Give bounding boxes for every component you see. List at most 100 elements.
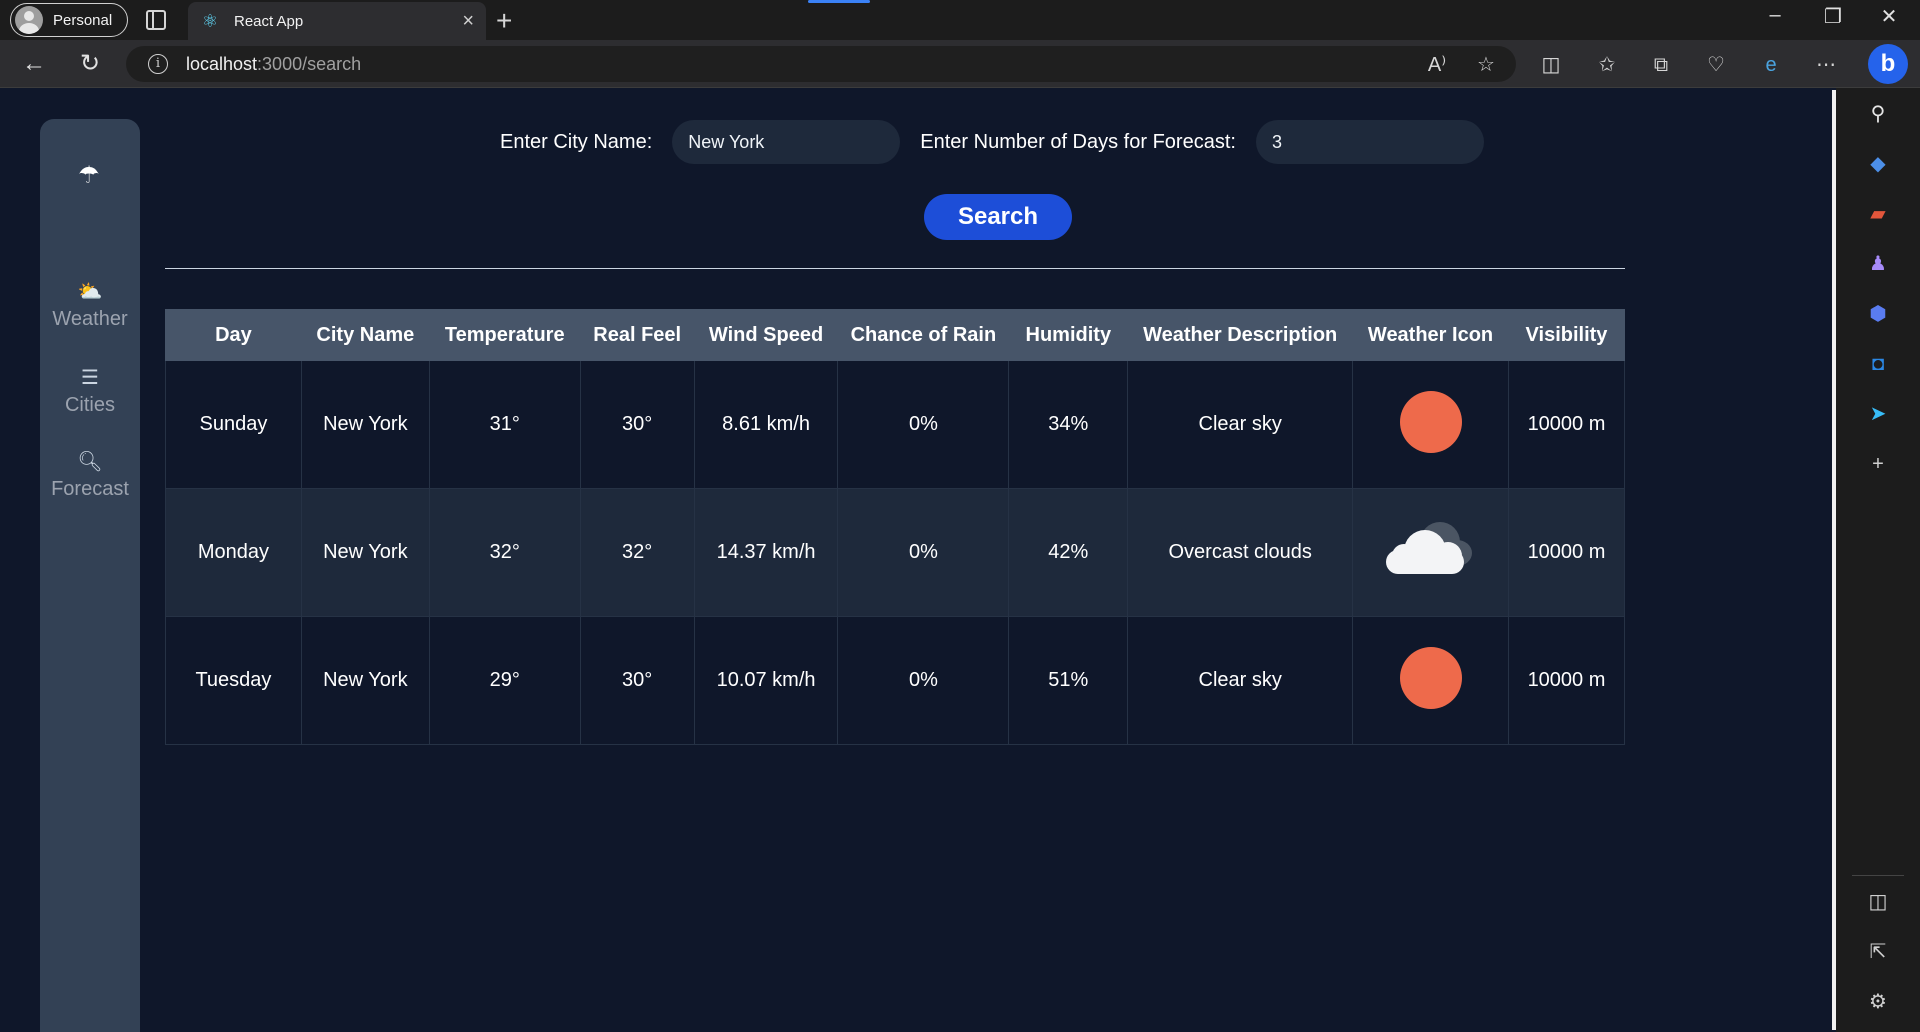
drag-indicator [808, 0, 870, 3]
city-cell: New York [300, 488, 430, 617]
favorites-icon[interactable]: ✩ [1594, 52, 1620, 78]
split-screen-icon[interactable]: ◫ [1538, 52, 1564, 78]
chance-of-rain-cell: 0% [837, 360, 1010, 489]
table-row: Monday New York 32° 32° 14.37 km/h 0% 42… [165, 488, 1626, 617]
profile-button[interactable]: Personal [10, 3, 128, 37]
search-button[interactable]: Search [924, 194, 1072, 240]
real-feel-cell: 30° [579, 360, 695, 489]
description-cell: Clear sky [1127, 616, 1354, 745]
close-window-icon[interactable]: ✕ [1862, 4, 1916, 29]
app-page: ☂ ⛅ Weather ☰ Cities 🔍︎ Forecast Enter C… [0, 89, 1832, 1032]
list-icon: ☰ [81, 367, 99, 389]
favorite-star-icon[interactable]: ☆ [1473, 52, 1499, 78]
days-input[interactable]: 3 [1255, 120, 1484, 164]
table-row: Tuesday New York 29° 30° 10.07 km/h 0% 5… [165, 616, 1626, 745]
column-header: Weather Description [1127, 309, 1354, 361]
humidity-cell: 42% [1008, 488, 1129, 617]
shopping-tag-icon[interactable]: ◆ [1864, 150, 1892, 178]
browser-titlebar: Personal ⚛ React App × + – ❐ ✕ [0, 0, 1920, 40]
sun-icon [1399, 646, 1462, 709]
sun-icon [1399, 390, 1462, 453]
column-header: Humidity [1008, 309, 1129, 361]
table-header-row: Day City Name Temperature Real Feel Wind… [165, 309, 1626, 361]
copilot-icon[interactable]: b [1868, 44, 1908, 84]
sidebar-item-forecast[interactable]: 🔍︎ Forecast [40, 449, 140, 501]
browser-essentials-icon[interactable]: ♡ [1703, 52, 1729, 78]
humidity-cell: 51% [1008, 616, 1129, 745]
collections-icon[interactable]: ⧉ [1648, 52, 1674, 78]
day-cell: Tuesday [165, 616, 302, 745]
visibility-cell: 10000 m [1507, 360, 1626, 489]
column-header: City Name [300, 309, 430, 361]
sidebar-item-weather[interactable]: ⛅ Weather [40, 279, 140, 331]
sidebar-item-label: Forecast [51, 478, 129, 500]
address-bar[interactable]: i localhost:3000/search [126, 46, 1516, 82]
description-cell: Clear sky [1127, 360, 1354, 489]
column-header: Chance of Rain [837, 309, 1010, 361]
humidity-cell: 34% [1008, 360, 1129, 489]
column-header: Visibility [1507, 309, 1626, 361]
hide-sidebar-icon[interactable]: ◫ [1864, 888, 1892, 916]
tab-react-app[interactable]: ⚛ React App × [188, 2, 486, 40]
weather-icon-cell [1352, 488, 1509, 617]
reload-icon[interactable]: ↻ [76, 50, 104, 78]
sidebar-item-cities[interactable]: ☰ Cities [40, 365, 140, 417]
tab-actions-icon[interactable] [146, 10, 166, 30]
city-label: Enter City Name: [500, 130, 653, 153]
column-header: Day [165, 309, 302, 361]
back-icon[interactable]: ← [20, 50, 48, 78]
tab-title: React App [234, 12, 304, 30]
column-header: Weather Icon [1352, 309, 1509, 361]
forecast-table: Day City Name Temperature Real Feel Wind… [165, 309, 1626, 745]
day-cell: Sunday [165, 360, 302, 489]
restore-icon[interactable]: ❐ [1806, 4, 1860, 29]
outlook-icon[interactable]: ◘ [1864, 350, 1892, 378]
close-tab-icon[interactable]: × [462, 10, 474, 33]
games-icon[interactable]: ♟ [1864, 250, 1892, 278]
profile-label: Personal [53, 11, 113, 29]
table-row: Sunday New York 31° 30° 8.61 km/h 0% 34%… [165, 360, 1626, 489]
visibility-cell: 10000 m [1507, 616, 1626, 745]
tools-icon[interactable]: ▰ [1864, 200, 1892, 228]
react-icon: ⚛ [201, 11, 219, 31]
avatar [15, 6, 43, 34]
description-cell: Overcast clouds [1127, 488, 1354, 617]
column-header: Temperature [428, 309, 581, 361]
column-header: Real Feel [579, 309, 695, 361]
app-sidebar: ☂ ⛅ Weather ☰ Cities 🔍︎ Forecast [40, 119, 140, 1032]
url-text[interactable]: localhost:3000/search [186, 54, 361, 75]
add-icon[interactable]: + [1864, 450, 1892, 478]
temperature-cell: 29° [428, 616, 581, 745]
open-external-icon[interactable]: ⇱ [1864, 938, 1892, 966]
sidebar-item-label: Cities [64, 394, 115, 416]
read-aloud-icon[interactable]: A⁾ [1424, 52, 1450, 78]
site-info-icon[interactable]: i [148, 54, 168, 74]
more-options-icon[interactable]: ⋯ [1813, 52, 1839, 78]
chance-of-rain-cell: 0% [837, 488, 1010, 617]
edge-extension-icon[interactable]: e [1758, 52, 1784, 78]
edge-sidebar: ⚲ ◆ ▰ ♟ ⬢ ◘ ➤ + ◫ ⇱ ⚙ [1836, 88, 1920, 1032]
settings-gear-icon[interactable]: ⚙ [1864, 988, 1892, 1016]
city-input[interactable]: New York [672, 120, 901, 164]
real-feel-cell: 32° [579, 488, 695, 617]
browser-toolbar: ← ↻ i localhost:3000/search A⁾ ☆ ◫ ✩ ⧉ ♡… [0, 40, 1920, 88]
search-form: Enter City Name: New York Enter Number o… [500, 119, 1484, 165]
temperature-cell: 32° [428, 488, 581, 617]
chance-of-rain-cell: 0% [837, 616, 1010, 745]
umbrella-logo-icon: ☂ [78, 162, 100, 189]
copilot-hex-icon[interactable]: ⬢ [1864, 300, 1892, 328]
day-cell: Monday [165, 488, 302, 617]
magnifier-icon: 🔍︎ [77, 451, 103, 473]
divider [165, 268, 1625, 269]
search-icon[interactable]: ⚲ [1864, 100, 1892, 128]
visibility-cell: 10000 m [1507, 488, 1626, 617]
wind-speed-cell: 8.61 km/h [693, 360, 839, 489]
minimize-icon[interactable]: – [1748, 4, 1802, 27]
sidebar-divider [1852, 875, 1904, 876]
weather-icon-cell [1352, 360, 1509, 489]
city-cell: New York [300, 616, 430, 745]
send-icon[interactable]: ➤ [1864, 400, 1892, 428]
days-label: Enter Number of Days for Forecast: [920, 130, 1236, 153]
weather-icon-cell [1352, 616, 1509, 745]
new-tab-icon[interactable]: + [496, 5, 512, 37]
